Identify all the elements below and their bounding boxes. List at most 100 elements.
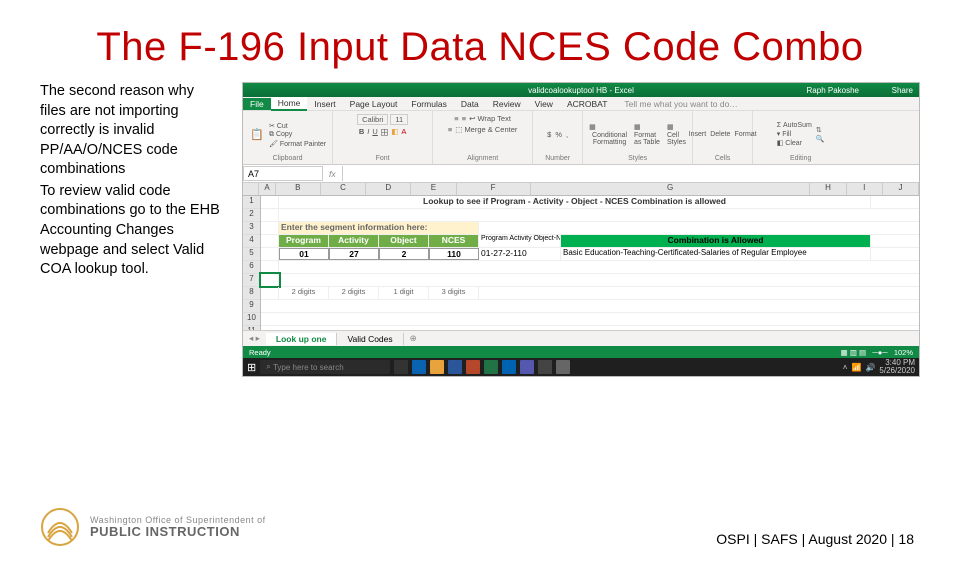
col-E[interactable]: E bbox=[411, 183, 456, 195]
folder-icon[interactable] bbox=[430, 360, 444, 374]
cortana-icon[interactable] bbox=[394, 360, 408, 374]
align-mid-icon[interactable]: ≡ bbox=[462, 114, 466, 123]
slide-title: The F-196 Input Data NCES Code Combo bbox=[0, 25, 960, 70]
italic-button[interactable]: I bbox=[367, 127, 369, 138]
sort-filter-button[interactable]: ⇅ bbox=[816, 126, 822, 134]
sheet-area[interactable]: 1 2 3 4 5 6 7 8 9 10 11 12 13 14 15 Look… bbox=[243, 196, 919, 330]
percent-button[interactable]: % bbox=[555, 130, 562, 139]
name-box[interactable]: A7 bbox=[243, 166, 323, 181]
excel-icon[interactable] bbox=[484, 360, 498, 374]
word-icon[interactable] bbox=[448, 360, 462, 374]
fx-icon[interactable]: fx bbox=[323, 169, 342, 179]
row-7[interactable]: 7 bbox=[243, 274, 260, 287]
tab-page-layout[interactable]: Page Layout bbox=[343, 98, 405, 110]
val-activity[interactable]: 27 bbox=[329, 248, 379, 260]
col-B[interactable]: B bbox=[276, 183, 321, 195]
zoom-level[interactable]: 102% bbox=[894, 348, 913, 357]
row-6[interactable]: 6 bbox=[243, 261, 260, 274]
outlook-icon[interactable] bbox=[502, 360, 516, 374]
tab-file[interactable]: File bbox=[243, 98, 271, 110]
formula-bar[interactable] bbox=[342, 166, 919, 181]
tab-data[interactable]: Data bbox=[454, 98, 486, 110]
taskbar-date[interactable]: 5/26/2020 bbox=[879, 366, 915, 375]
row-5[interactable]: 5 bbox=[243, 248, 260, 261]
comma-button[interactable]: , bbox=[566, 130, 568, 139]
view-break-icon[interactable]: ▤ bbox=[859, 348, 866, 357]
align-left-icon[interactable]: ≡ bbox=[448, 125, 452, 134]
insert-cells-button[interactable]: Insert bbox=[689, 131, 707, 138]
col-H[interactable]: H bbox=[810, 183, 846, 195]
app-icon-2[interactable] bbox=[556, 360, 570, 374]
bold-button[interactable]: B bbox=[359, 127, 364, 138]
row-1[interactable]: 1 bbox=[243, 196, 260, 209]
new-sheet-button[interactable]: ⊕ bbox=[404, 333, 423, 344]
row-8[interactable]: 8 bbox=[243, 287, 260, 300]
border-button[interactable]: 田 bbox=[381, 127, 389, 138]
tab-formulas[interactable]: Formulas bbox=[404, 98, 453, 110]
sheet-tab-valid-codes[interactable]: Valid Codes bbox=[337, 333, 403, 345]
row-2[interactable]: 2 bbox=[243, 209, 260, 222]
sheet-nav-left-icon[interactable]: ◂ ▸ bbox=[243, 333, 266, 344]
currency-button[interactable]: $ bbox=[547, 130, 551, 139]
conditional-formatting-button[interactable]: ▦ bbox=[589, 123, 596, 131]
tell-me[interactable]: Tell me what you want to do… bbox=[614, 99, 919, 109]
row-9[interactable]: 9 bbox=[243, 300, 260, 313]
delete-cells-button[interactable]: Delete bbox=[710, 131, 730, 138]
font-name[interactable]: Calibri bbox=[357, 114, 388, 125]
sheet-tab-lookup[interactable]: Look up one bbox=[266, 333, 338, 345]
row-4[interactable]: 4 bbox=[243, 235, 260, 248]
fill-color-button[interactable]: ◧ bbox=[391, 127, 398, 138]
row-3[interactable]: 3 bbox=[243, 222, 260, 235]
hdr-activity: Activity bbox=[329, 235, 379, 247]
tab-home[interactable]: Home bbox=[271, 97, 308, 111]
val-object[interactable]: 2 bbox=[379, 248, 429, 260]
merge-center-button[interactable]: ⬚ Merge & Center bbox=[455, 125, 517, 134]
start-icon[interactable]: ⊞ bbox=[247, 361, 256, 374]
tab-insert[interactable]: Insert bbox=[307, 98, 342, 110]
edge-icon[interactable] bbox=[412, 360, 426, 374]
app-icon[interactable] bbox=[538, 360, 552, 374]
slide-footer: Washington Office of Superintendent of P… bbox=[40, 507, 920, 547]
share-button[interactable]: Share bbox=[892, 86, 913, 95]
val-nces[interactable]: 110 bbox=[429, 248, 479, 260]
tab-acrobat[interactable]: ACROBAT bbox=[560, 98, 614, 110]
cell-styles-button[interactable]: ▦ bbox=[667, 123, 674, 131]
col-I[interactable]: I bbox=[847, 183, 883, 195]
cells-grid[interactable]: Lookup to see if Program - Activity - Ob… bbox=[261, 196, 919, 330]
view-normal-icon[interactable]: ▦ bbox=[841, 348, 848, 357]
clear-button[interactable]: ◧ Clear bbox=[777, 139, 802, 147]
autosum-button[interactable]: Σ AutoSum bbox=[777, 122, 812, 129]
tray-up-icon[interactable]: ˄ bbox=[843, 363, 848, 372]
ribbon-number: $ % , Number bbox=[533, 111, 583, 164]
wrap-text-button[interactable]: ↩ Wrap Text bbox=[469, 114, 511, 123]
format-painter-button[interactable]: 🖌 Format Painter bbox=[269, 140, 326, 148]
col-D[interactable]: D bbox=[366, 183, 411, 195]
teams-icon[interactable] bbox=[520, 360, 534, 374]
font-color-button[interactable]: A bbox=[401, 127, 406, 138]
val-program[interactable]: 01 bbox=[279, 248, 329, 260]
wifi-icon[interactable]: 📶 bbox=[851, 363, 861, 372]
volume-icon[interactable]: 🔊 bbox=[865, 363, 875, 372]
col-J[interactable]: J bbox=[883, 183, 919, 195]
paste-icon[interactable]: 📋 bbox=[249, 127, 265, 143]
tab-review[interactable]: Review bbox=[486, 98, 528, 110]
taskbar-search[interactable]: ⌕ Type here to search bbox=[260, 360, 390, 374]
format-as-table-button[interactable]: ▦ bbox=[634, 123, 641, 131]
find-select-button[interactable]: 🔍 bbox=[816, 135, 825, 143]
ribbon-cells: Insert Delete Format Cells bbox=[693, 111, 753, 164]
underline-button[interactable]: U bbox=[372, 127, 377, 138]
col-C[interactable]: C bbox=[321, 183, 366, 195]
fill-button[interactable]: ▾ Fill bbox=[777, 130, 791, 138]
copy-button[interactable]: ⧉ Copy bbox=[269, 131, 292, 139]
cut-button[interactable]: ✂ Cut bbox=[269, 122, 288, 130]
tab-view[interactable]: View bbox=[528, 98, 560, 110]
view-layout-icon[interactable]: ▥ bbox=[850, 348, 857, 357]
powerpoint-icon[interactable] bbox=[466, 360, 480, 374]
col-G[interactable]: G bbox=[531, 183, 811, 195]
col-F[interactable]: F bbox=[457, 183, 531, 195]
col-A[interactable]: A bbox=[259, 183, 275, 195]
font-size[interactable]: 11 bbox=[390, 114, 408, 125]
row-10[interactable]: 10 bbox=[243, 313, 260, 326]
align-top-icon[interactable]: ≡ bbox=[454, 114, 458, 123]
hint-obj: 1 digit bbox=[379, 287, 429, 299]
